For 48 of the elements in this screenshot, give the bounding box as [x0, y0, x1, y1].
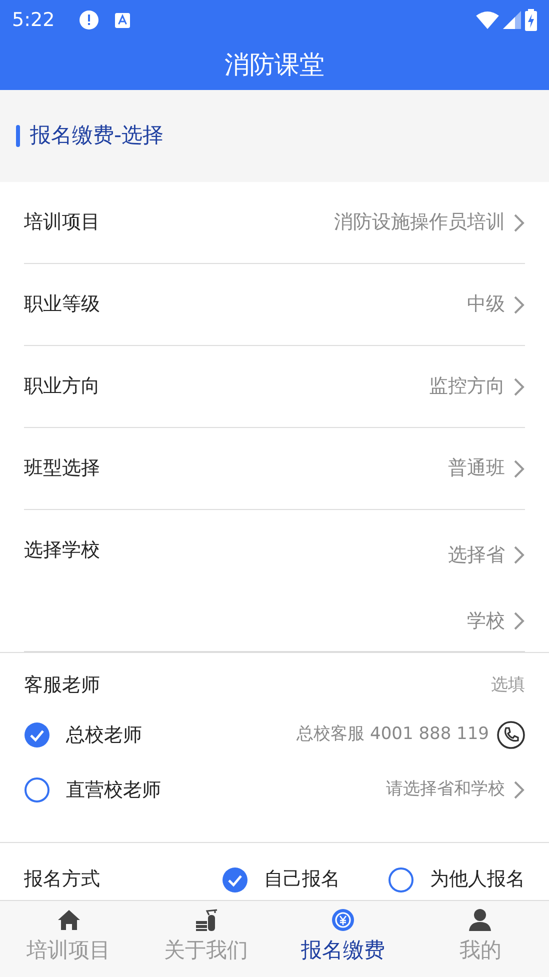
checked-radio[interactable]: [24, 722, 50, 748]
chevron-icon: [513, 212, 525, 232]
radio-button[interactable]: [24, 777, 50, 803]
section-title: 报名缴费-选择: [30, 122, 164, 150]
chevron-icon: [513, 545, 525, 565]
home-icon: [56, 907, 82, 933]
field-selector[interactable]: 选择省: [448, 526, 525, 584]
section-label: 客服老师: [24, 673, 100, 698]
radio-label: 自己报名: [264, 867, 340, 892]
field-label: 选择学校: [24, 538, 100, 563]
tab-button[interactable]: 我的: [412, 901, 549, 977]
radio-label: 直营校老师: [66, 778, 161, 803]
tab-button[interactable]: 培训项目: [0, 901, 138, 977]
section-accent-bar: [16, 125, 20, 147]
tab-button[interactable]: 报名缴费: [274, 901, 412, 977]
school-selector[interactable]: 请选择省和学校: [386, 777, 525, 803]
chevron-icon: [513, 780, 525, 800]
status-time: 5:22: [12, 8, 55, 33]
keyboard-icon: [114, 12, 130, 28]
yen-coin-icon: [330, 907, 356, 933]
signal-icon: [503, 11, 521, 29]
alert-icon: [78, 10, 99, 30]
field-selector[interactable]: 监控方向: [429, 372, 525, 401]
person-icon: [467, 907, 494, 933]
radio-label: 总校老师: [66, 722, 142, 748]
wifi-icon: [476, 10, 499, 30]
field-selector[interactable]: 中级: [467, 290, 525, 319]
chevron-icon: [513, 458, 525, 478]
field-label: 班型选择: [24, 456, 100, 482]
app-title: 消防课堂: [224, 49, 324, 82]
field-selector[interactable]: 消防设施操作员培训: [334, 208, 525, 237]
radio-label: 为他人报名: [430, 867, 525, 892]
chevron-icon: [513, 376, 525, 396]
field-label: 报名方式: [24, 867, 100, 892]
chevron-icon: [513, 294, 525, 314]
field-label: 培训项目: [24, 210, 100, 236]
hotline-text: 总校客服 4001 888 119: [296, 723, 489, 746]
field-selector[interactable]: 学校: [467, 592, 525, 650]
chevron-icon: [513, 611, 525, 631]
optional-hint: 选填: [491, 674, 525, 696]
field-selector[interactable]: 普通班: [448, 454, 525, 483]
field-label: 职业方向: [24, 374, 100, 400]
checked-radio[interactable]: [222, 866, 248, 892]
battery-icon: [525, 9, 537, 31]
tab-button[interactable]: 关于我们: [137, 901, 274, 977]
field-label: 职业等级: [24, 292, 100, 318]
phone-icon[interactable]: [497, 721, 525, 749]
radio-button[interactable]: [388, 866, 414, 892]
